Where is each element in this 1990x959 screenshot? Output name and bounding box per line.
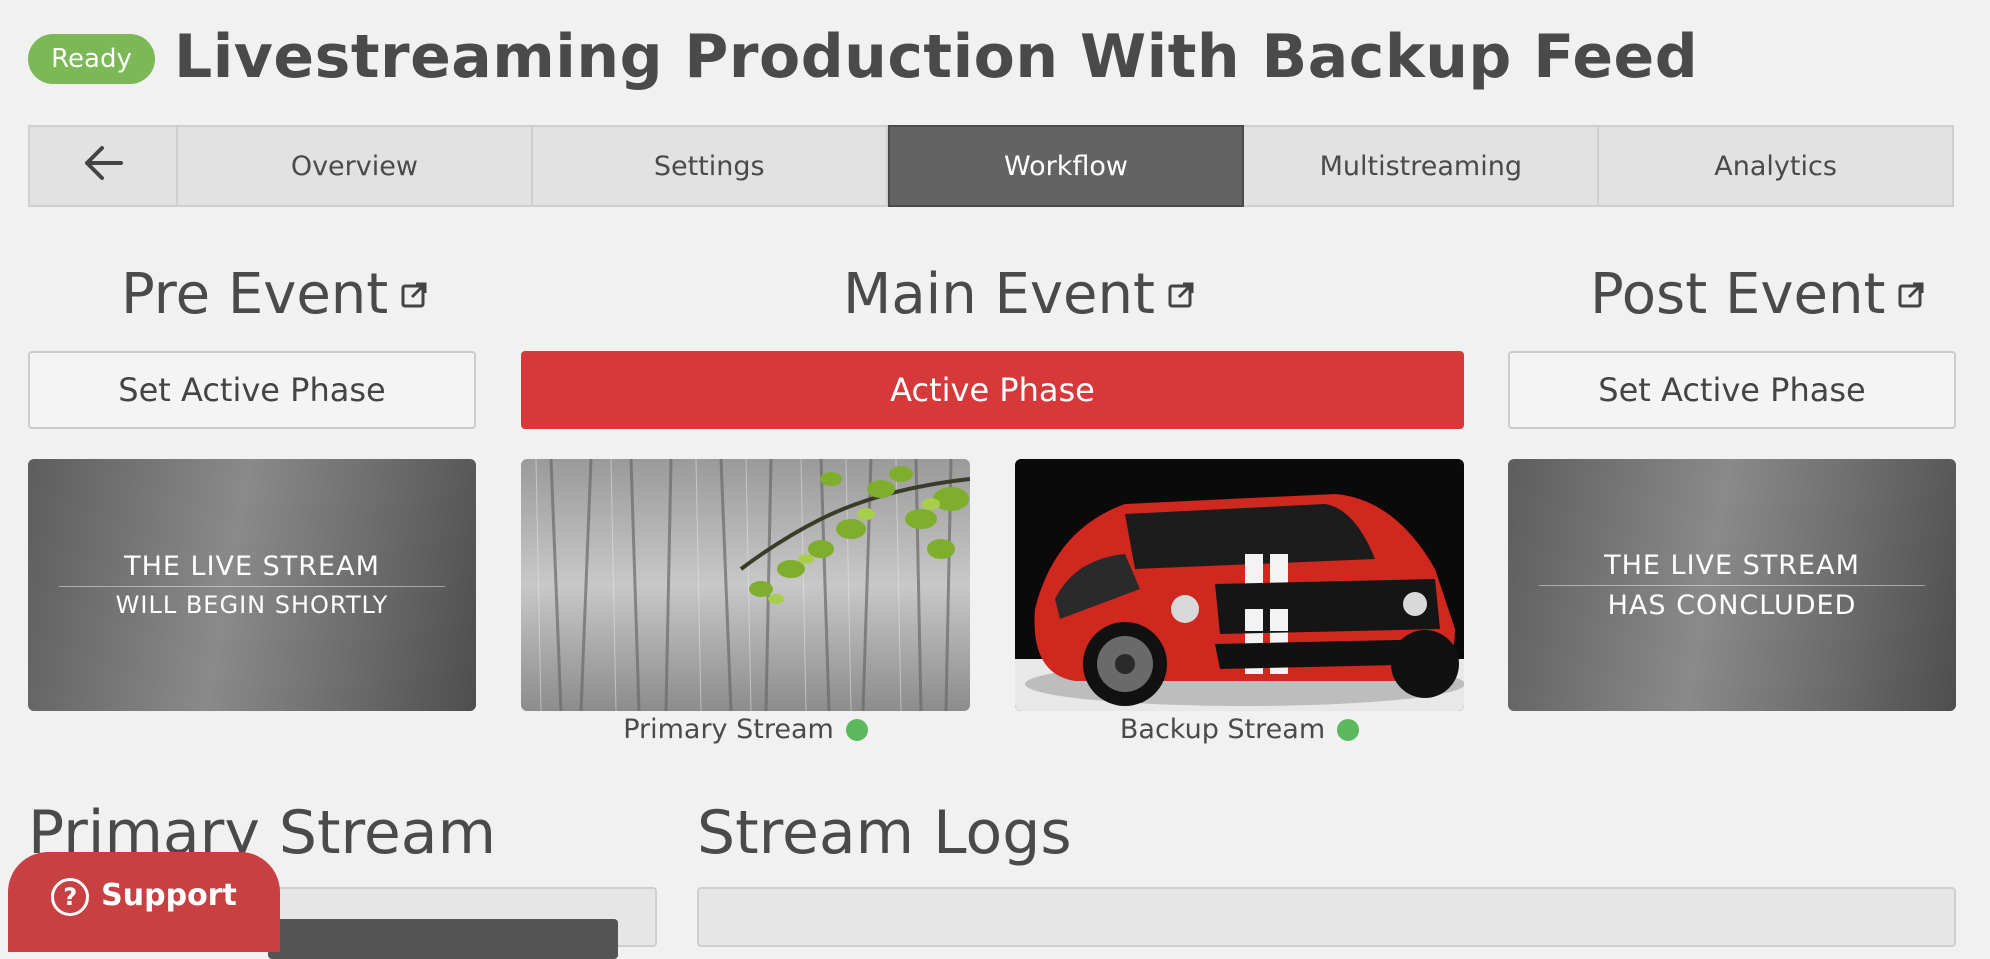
stream-logs-heading: Stream Logs [697, 798, 1072, 868]
pre-set-active-phase-button[interactable]: Set Active Phase [28, 351, 476, 429]
external-link-icon[interactable] [1167, 281, 1195, 309]
status-badge: Ready [28, 34, 155, 84]
main-active-phase-button[interactable]: Active Phase [521, 351, 1464, 429]
main-event-title: Main Event [843, 262, 1155, 327]
primary-stream-preview[interactable] [521, 459, 970, 711]
pre-event-title: Pre Event [121, 262, 389, 327]
backup-stream-label: Backup Stream [1119, 714, 1326, 745]
tab-overview[interactable]: Overview [178, 127, 533, 205]
backup-stream-preview[interactable] [1015, 459, 1464, 711]
external-link-icon[interactable] [1897, 281, 1925, 309]
slate-line-1: THE LIVE STREAM [1604, 549, 1860, 581]
support-button[interactable]: ? Support [8, 852, 280, 952]
forest-rain-image [521, 459, 970, 711]
post-event-heading: Post Event [1590, 262, 1925, 327]
primary-stream-status: Primary Stream [521, 714, 970, 745]
primary-stream-label: Primary Stream [623, 714, 834, 745]
status-dot-icon [845, 718, 868, 741]
post-event-title: Post Event [1590, 262, 1886, 327]
slate-line-1: THE LIVE STREAM [124, 551, 380, 582]
tab-multistreaming[interactable]: Multistreaming [1244, 127, 1600, 205]
external-link-icon[interactable] [400, 281, 428, 309]
post-set-active-phase-button[interactable]: Set Active Phase [1508, 351, 1956, 429]
post-event-slate[interactable]: THE LIVE STREAM HAS CONCLUDED [1508, 459, 1956, 711]
tab-bar: Overview Settings Workflow Multistreamin… [28, 125, 1954, 207]
page-title: Livestreaming Production With Backup Fee… [174, 22, 1699, 92]
stream-logs-panel [697, 887, 1956, 947]
slate-line-2: HAS CONCLUDED [1607, 589, 1857, 621]
player-bar [268, 919, 618, 959]
back-button[interactable] [30, 127, 178, 205]
pre-event-heading: Pre Event [121, 262, 428, 327]
red-car-image [1015, 459, 1464, 711]
tab-analytics[interactable]: Analytics [1599, 127, 1952, 205]
pre-event-slate[interactable]: THE LIVE STREAM WILL BEGIN SHORTLY [28, 459, 476, 711]
slate-divider [59, 586, 445, 587]
status-dot-icon [1337, 718, 1360, 741]
backup-stream-status: Backup Stream [1015, 714, 1464, 745]
slate-divider [1539, 584, 1925, 586]
main-event-heading: Main Event [843, 262, 1195, 327]
tab-workflow[interactable]: Workflow [887, 125, 1245, 207]
question-circle-icon: ? [51, 878, 90, 916]
support-label: Support [101, 878, 237, 913]
slate-line-2: WILL BEGIN SHORTLY [115, 591, 389, 619]
tab-settings[interactable]: Settings [533, 127, 888, 205]
arrow-left-icon [82, 145, 124, 188]
